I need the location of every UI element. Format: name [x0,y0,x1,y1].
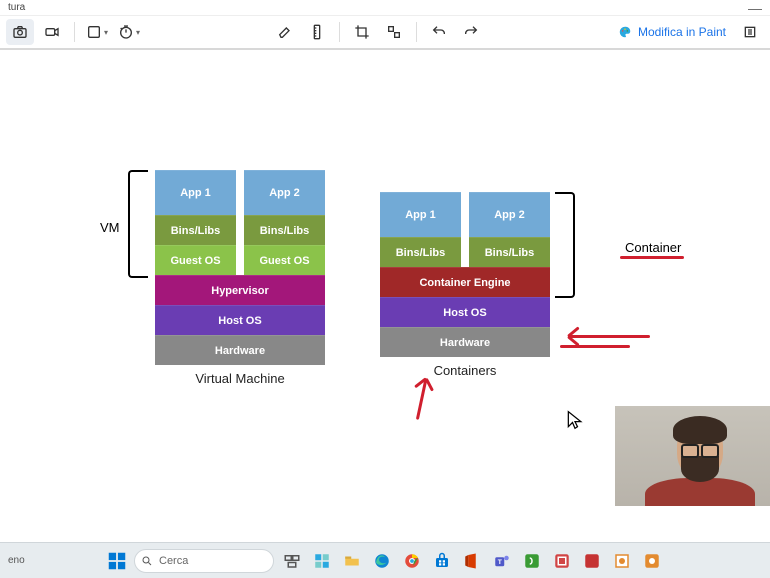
taskview-icon[interactable] [280,549,304,573]
chrome-icon[interactable] [400,549,424,573]
vm-vs-containers-diagram: VM App 1 Bins/Libs Guest OS App 2 Bins/L… [100,170,660,480]
webcam-overlay [615,406,770,506]
office-icon[interactable] [460,549,484,573]
container-caption: Containers [380,363,550,378]
vm-app1: App 1 [155,170,236,215]
container-hardware-block: Hardware [380,327,550,357]
canvas[interactable]: VM App 1 Bins/Libs Guest OS App 2 Bins/L… [0,50,770,542]
hypervisor-block: Hypervisor [155,275,325,305]
window-title: tura [8,2,25,13]
container-host-os-block: Host OS [380,297,550,327]
annotation-arrow-host-os [570,335,650,338]
eraser-button[interactable] [271,19,299,45]
taskbar-search[interactable]: Cerca [134,549,274,573]
selection-mode-button[interactable]: ▾ [83,19,111,45]
start-button[interactable] [106,550,128,572]
app-red-icon[interactable] [580,549,604,573]
toolbar: ▾ ▾ ▾ ▾ Modifica in Paint [0,16,770,50]
ruler-button[interactable] [303,19,331,45]
timer-button[interactable]: ▾ [115,19,143,45]
vm-bracket [128,170,148,278]
vm-hardware-block: Hardware [155,335,325,365]
shapes-button[interactable] [380,19,408,45]
modify-in-paint-label: Modifica in Paint [638,25,726,39]
taskbar: eno Cerca T [0,542,770,578]
app-orange2-icon[interactable] [640,549,664,573]
container-app1: App 1 [380,192,461,237]
titlebar: tura — [0,0,770,16]
undo-button[interactable] [425,19,453,45]
snipping-tool-icon[interactable] [550,549,574,573]
taskbar-left-text: eno [8,555,48,566]
edge-icon[interactable] [370,549,394,573]
crop-button[interactable] [348,19,376,45]
container-engine-block: Container Engine [380,267,550,297]
camtasia-icon[interactable] [520,549,544,573]
widgets-icon[interactable] [310,549,334,573]
minimize-button[interactable]: — [748,0,762,16]
vm-guest2: Guest OS [244,245,325,275]
search-placeholder: Cerca [159,555,188,567]
teams-icon[interactable]: T [490,549,514,573]
vm-guest1: Guest OS [155,245,236,275]
container-bins1: Bins/Libs [380,237,461,267]
modify-in-paint-button[interactable]: Modifica in Paint [612,25,732,39]
vm-label: VM [100,220,120,235]
redo-button[interactable] [457,19,485,45]
container-label: Container [625,240,681,255]
vm-caption: Virtual Machine [155,371,325,386]
vm-host-os-block: Host OS [155,305,325,335]
container-stack: App 1 Bins/Libs App 2 Bins/Libs Containe… [380,192,550,378]
vm-bins2: Bins/Libs [244,215,325,245]
more-button[interactable] [736,19,764,45]
container-bracket [555,192,575,298]
capture-video-button[interactable] [38,19,66,45]
annotation-arrow-up-hardware [416,380,427,420]
vm-stack: App 1 Bins/Libs Guest OS App 2 Bins/Libs… [155,170,325,386]
capture-photo-button[interactable] [6,19,34,45]
store-icon[interactable] [430,549,454,573]
vm-bins1: Bins/Libs [155,215,236,245]
annotation-line-below-host [560,345,630,348]
file-explorer-icon[interactable] [340,549,364,573]
container-app2: App 2 [469,192,550,237]
container-bins2: Bins/Libs [469,237,550,267]
annotation-container-underline [620,256,684,259]
app-orange-icon[interactable] [610,549,634,573]
vm-app2: App 2 [244,170,325,215]
